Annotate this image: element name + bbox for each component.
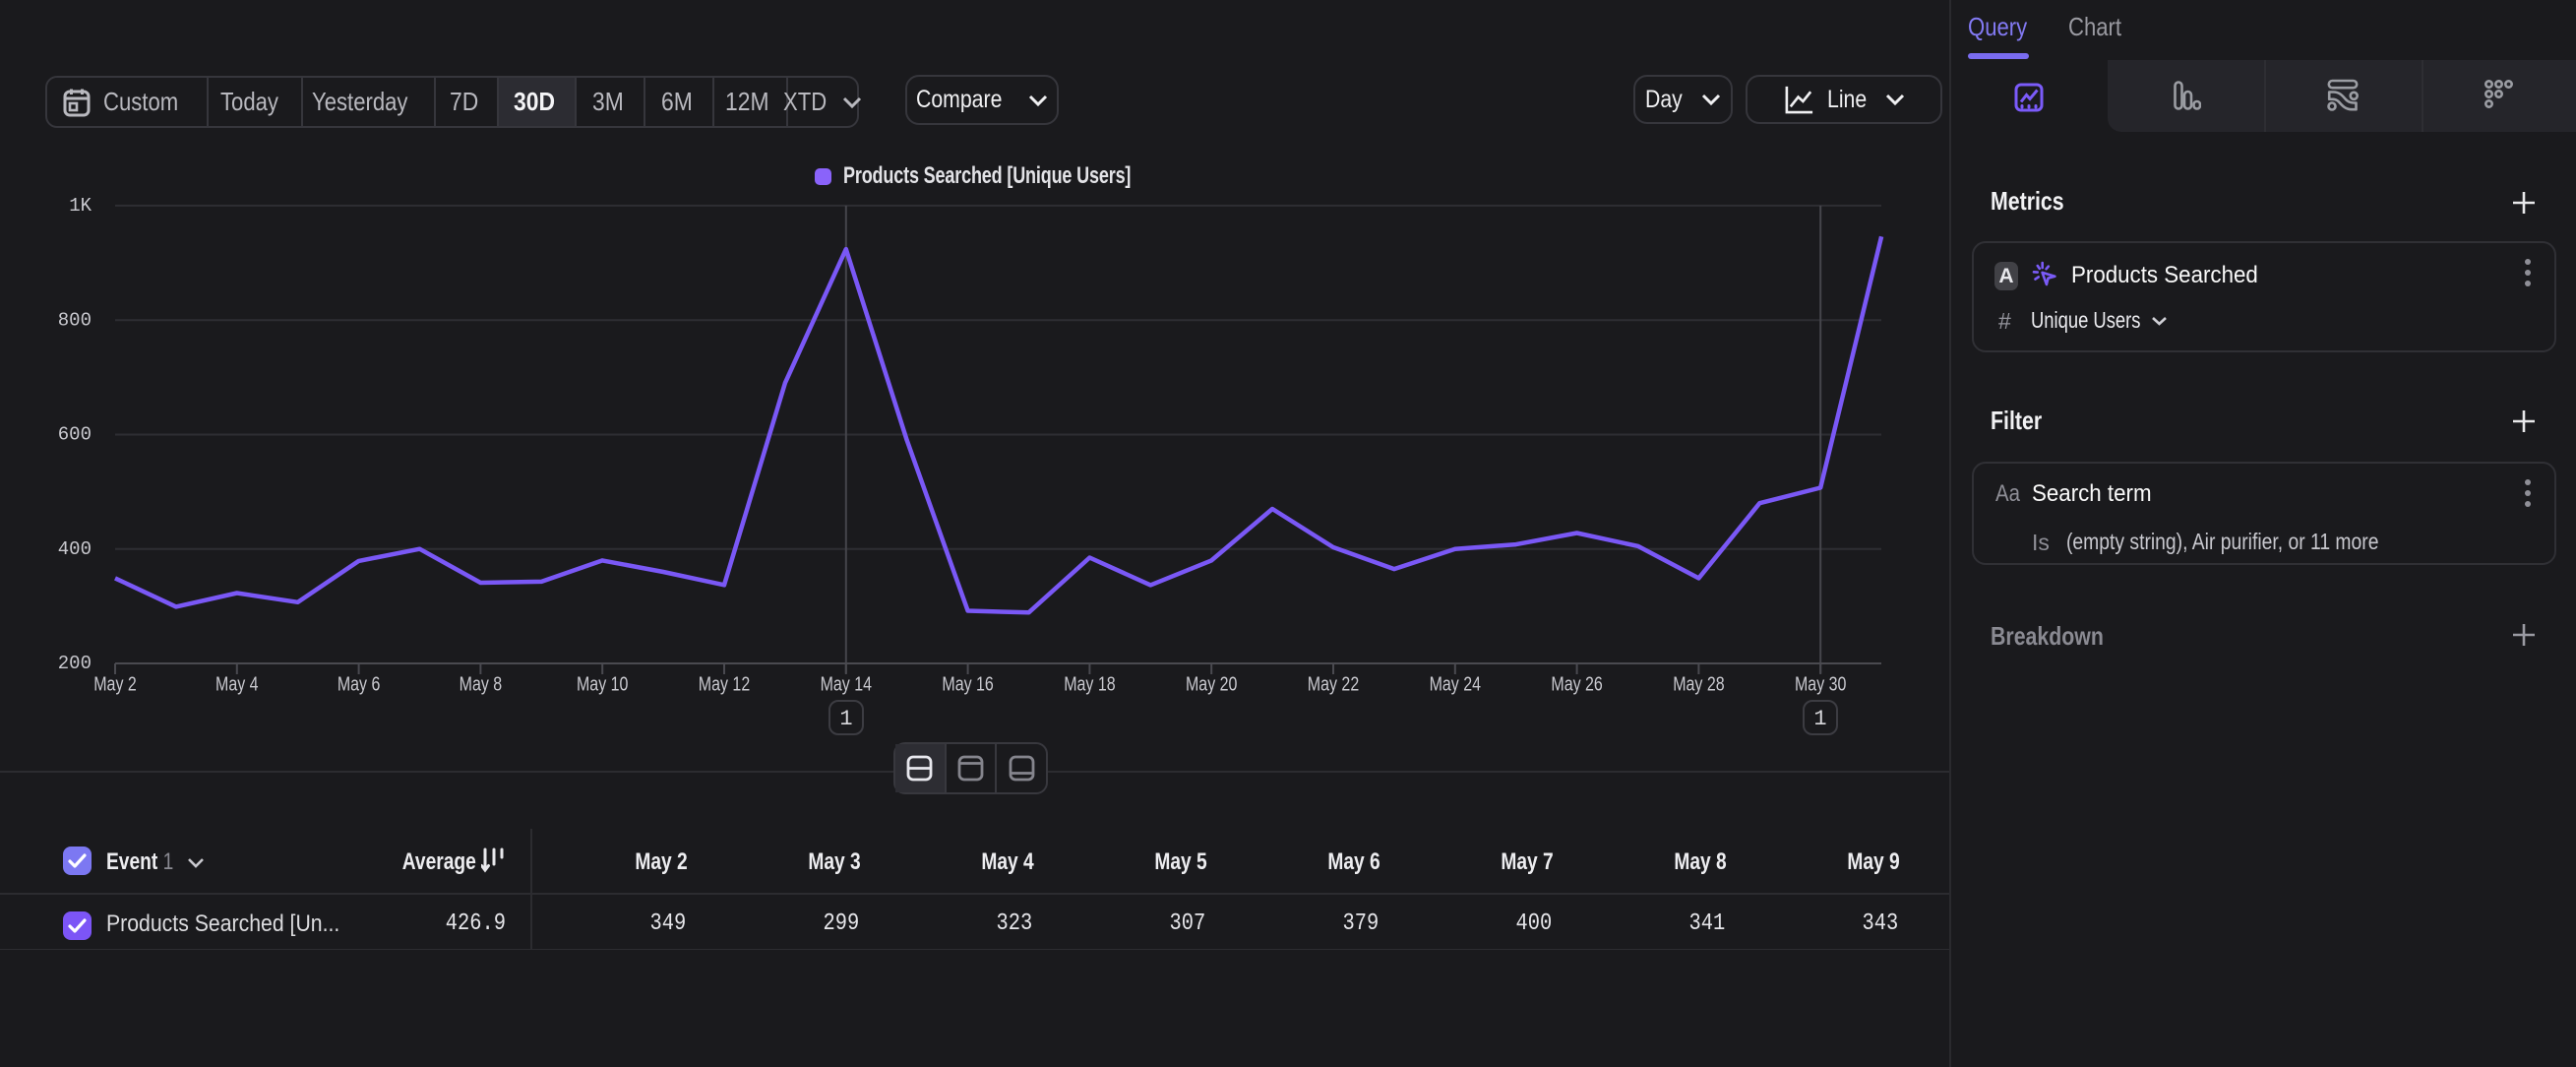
svg-text:May 10: May 10 bbox=[577, 672, 628, 695]
svg-text:400: 400 bbox=[58, 538, 92, 560]
svg-text:May 12: May 12 bbox=[699, 672, 750, 695]
svg-text:May 20: May 20 bbox=[1186, 672, 1237, 695]
svg-text:May 2: May 2 bbox=[93, 672, 137, 695]
svg-text:200: 200 bbox=[58, 653, 92, 674]
svg-text:May 24: May 24 bbox=[1430, 672, 1481, 695]
svg-text:May 22: May 22 bbox=[1308, 672, 1359, 695]
svg-text:1K: 1K bbox=[69, 195, 92, 217]
svg-text:May 14: May 14 bbox=[821, 672, 872, 695]
svg-text:May 6: May 6 bbox=[337, 672, 381, 695]
svg-text:600: 600 bbox=[58, 424, 92, 446]
svg-text:May 4: May 4 bbox=[215, 672, 259, 695]
svg-text:May 18: May 18 bbox=[1064, 672, 1115, 695]
svg-text:May 8: May 8 bbox=[460, 672, 503, 695]
svg-text:May 26: May 26 bbox=[1551, 672, 1602, 695]
svg-text:1: 1 bbox=[1813, 707, 1826, 731]
svg-text:May 28: May 28 bbox=[1673, 672, 1724, 695]
svg-text:1: 1 bbox=[839, 707, 852, 731]
svg-text:May 16: May 16 bbox=[942, 672, 993, 695]
svg-text:800: 800 bbox=[58, 309, 92, 331]
svg-text:May 30: May 30 bbox=[1795, 672, 1846, 695]
